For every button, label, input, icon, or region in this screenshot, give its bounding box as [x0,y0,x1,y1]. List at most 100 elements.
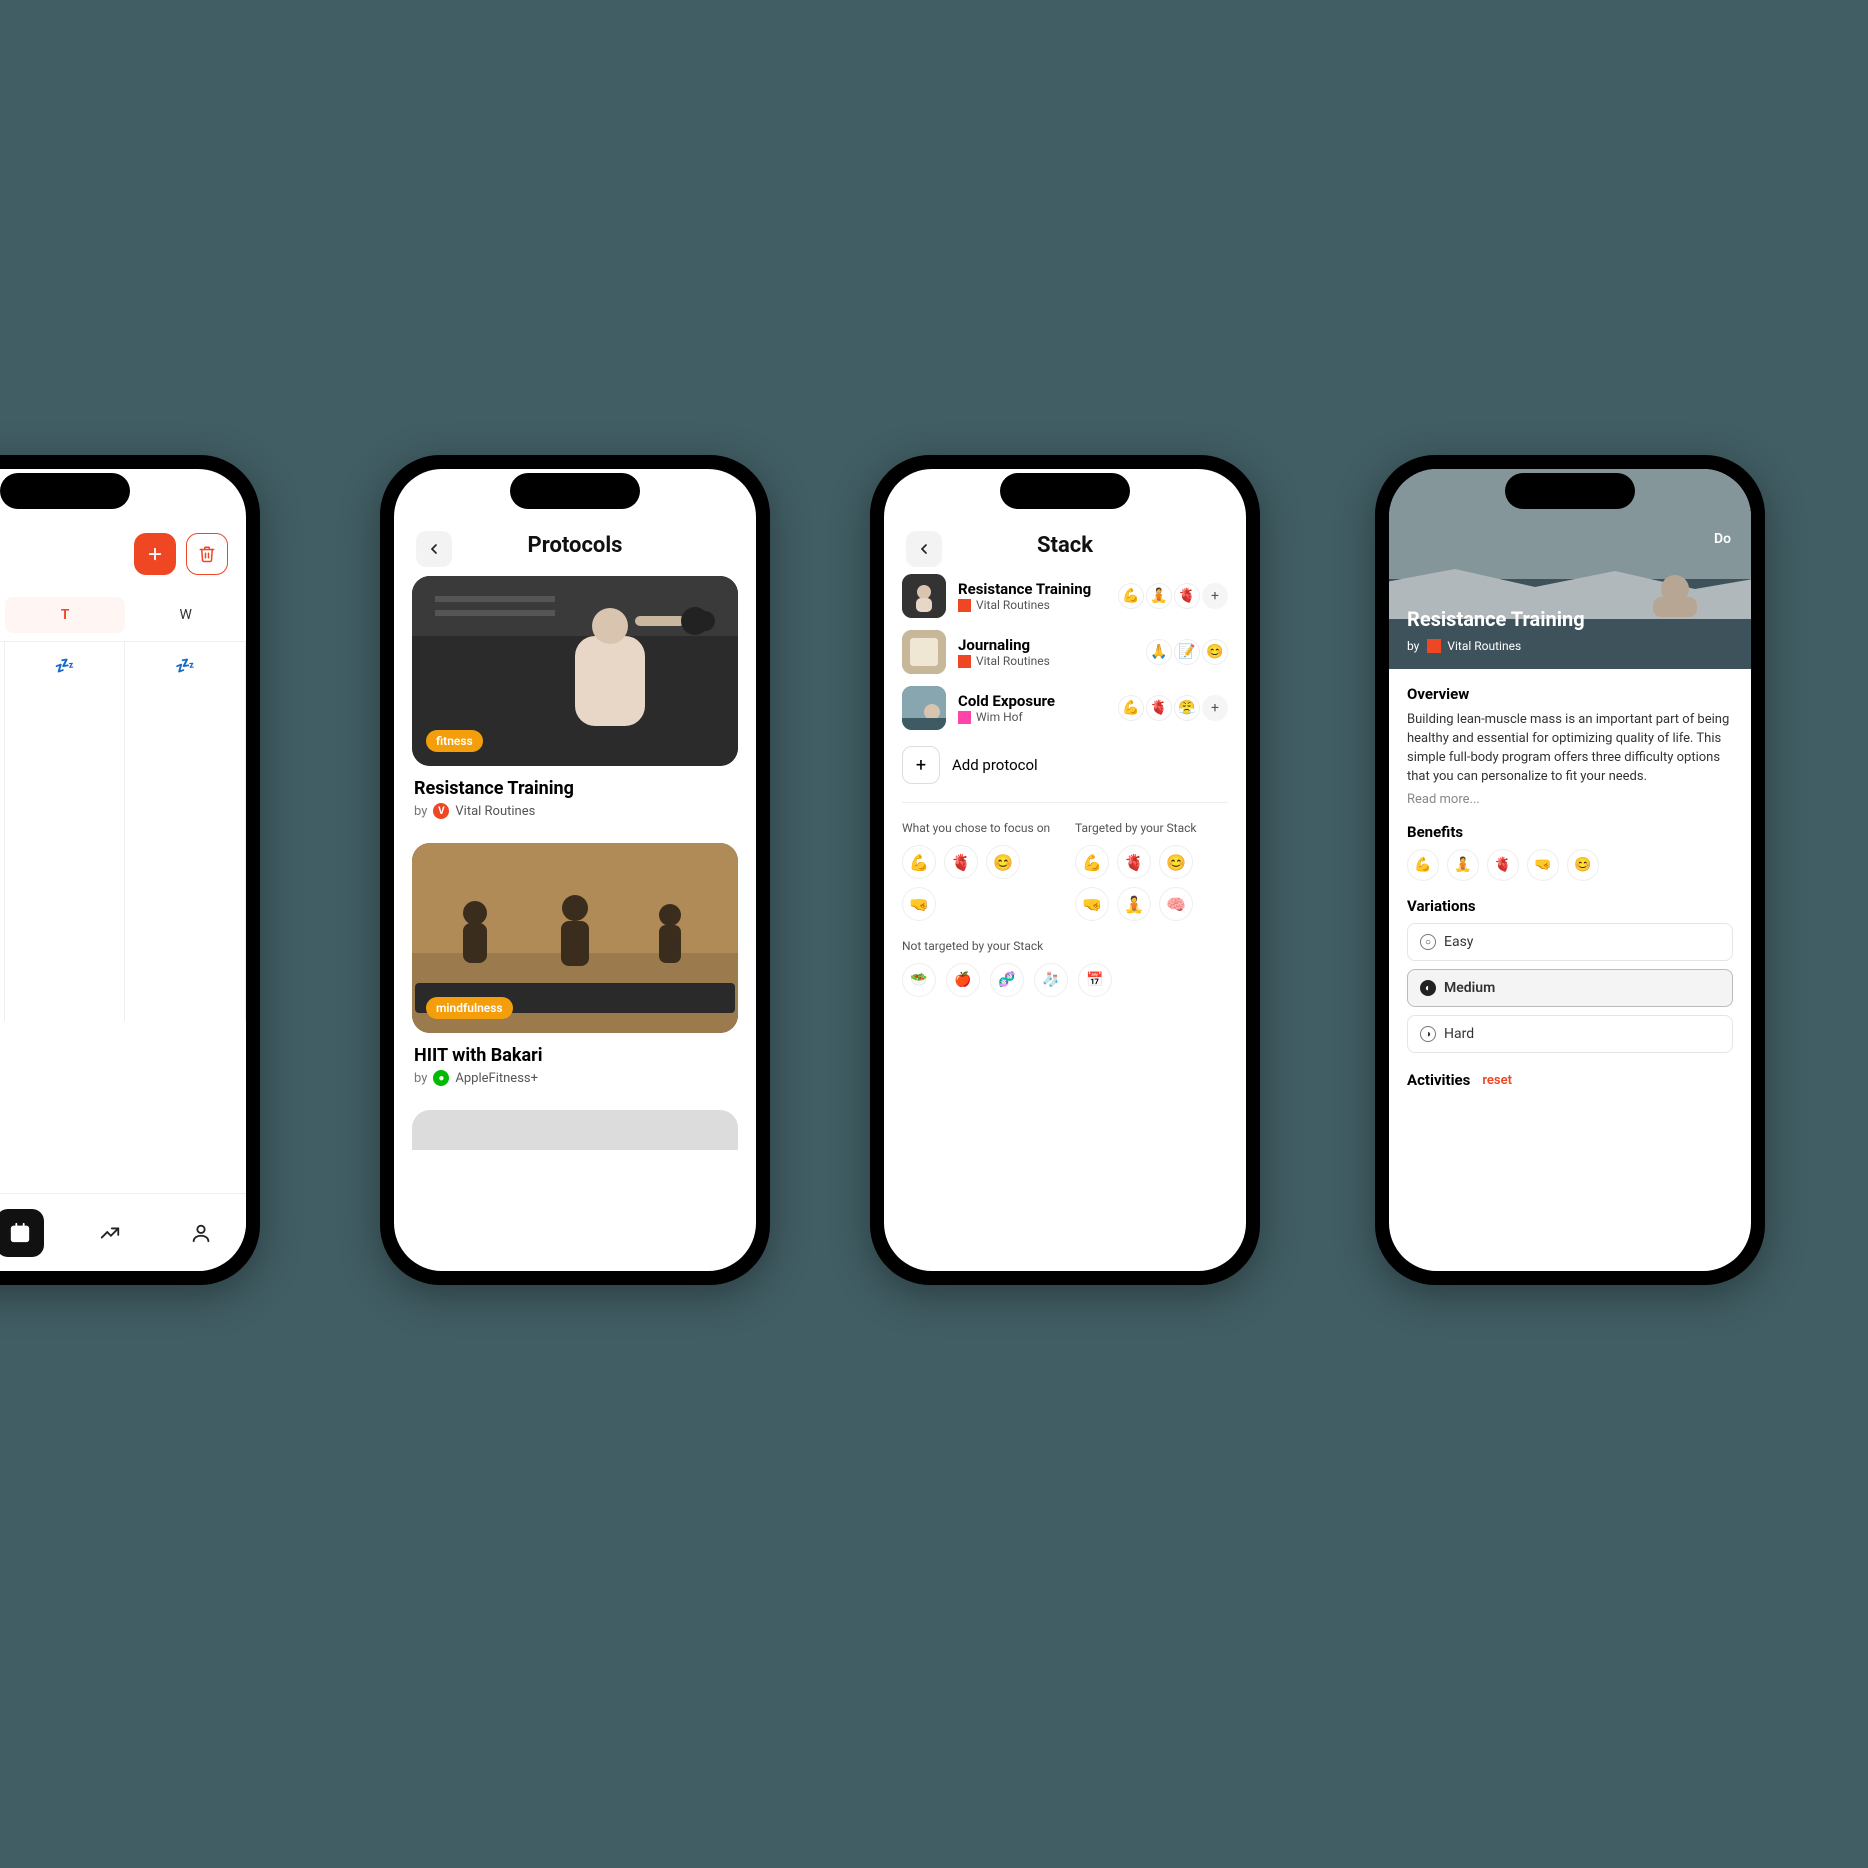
benefit-icon: 🤜 [1527,849,1559,881]
expand-benefits-button[interactable]: + [1202,695,1228,721]
expand-benefits-button[interactable]: + [1202,583,1228,609]
protocol-byline: Vital Routines [1407,639,1521,653]
reset-button[interactable]: reset [1482,1073,1512,1088]
benefits-row: 💪 🧘 🫀 🤜 😊 [1407,849,1733,881]
weekday-t[interactable]: T [5,597,126,633]
done-button[interactable]: Do [1714,531,1731,547]
phone-notch [1000,473,1130,509]
benefit-icon: 🫀 [1146,695,1172,721]
not-targeted-row: 🥗 🍎 🧬 🧦 📅 [902,963,1228,997]
benefit-icon: 😊 [1202,639,1228,665]
focus-icon: 😊 [986,845,1020,879]
protocols-screen: Protocols [380,455,770,1285]
variation-hard[interactable]: ◑ Hard [1407,1015,1733,1053]
benefit-icon: 🙏 [1146,639,1172,665]
focus-icon: 💪 [1075,845,1109,879]
benefit-icon: 🧘 [1146,583,1172,609]
benefit-icon: 📝 [1174,639,1200,665]
add-button[interactable] [134,533,176,575]
weekday-selector: M T W [0,597,246,633]
benefit-icon: 😤 [1174,695,1200,721]
nt-icon: 📅 [1078,963,1112,997]
benefit-icon: 🫀 [1174,583,1200,609]
brand-badge-icon [958,711,971,724]
focus-icon: 🧠 [1159,887,1193,921]
overview-text: Building lean-muscle mass is an importan… [1407,711,1733,786]
tab-calendar[interactable] [0,1209,44,1257]
brand-badge-icon: ● [433,1070,449,1086]
brand-badge-icon: V [433,803,449,819]
focus-chosen-grid: 💪 🫀 😊 🤜 [902,845,1055,921]
phone-notch [1505,473,1635,509]
focus-chosen-label: What you chose to focus on [902,821,1055,835]
benefit-icon: 💪 [1118,695,1144,721]
stack-item-title: Journaling [958,636,1134,654]
benefit-icon: 🧘 [1447,849,1479,881]
focus-targeted-grid: 💪 🫀 😊 🤜 🧘 🧠 [1075,845,1228,921]
stack-item[interactable]: Resistance Training Vital Routines 💪 🧘 🫀… [902,574,1228,618]
benefit-icon: 🫀 [1487,849,1519,881]
focus-targeted-label: Targeted by your Stack [1075,821,1228,835]
focus-icon: 🤜 [1075,887,1109,921]
focus-icon: 🧘 [1117,887,1151,921]
sleep-icon: 💤 [175,656,195,675]
phone-notch [0,473,130,509]
difficulty-icon: ◑ [1420,1026,1436,1042]
category-pill: fitness [426,730,483,752]
protocol-title: HIIT with Bakari [414,1045,736,1066]
focus-icon: 🫀 [944,845,978,879]
protocol-byline: ● AppleFitness+ [414,1070,736,1086]
read-more-link[interactable]: Read more... [1407,792,1733,807]
variations-heading: Variations [1407,897,1733,915]
bottom-tabbar [0,1193,246,1271]
benefit-icon: 💪 [1407,849,1439,881]
brand-badge-icon [958,599,971,612]
nt-icon: 🥗 [902,963,936,997]
brand-badge-icon [1427,639,1441,653]
nt-icon: 🧦 [1034,963,1068,997]
nt-icon: 🧬 [990,963,1024,997]
tab-trends[interactable] [86,1209,134,1257]
focus-icon: 🤜 [902,887,936,921]
benefit-icon: 💪 [1118,583,1144,609]
not-targeted-label: Not targeted by your Stack [902,939,1228,953]
schedule-grid: 💤 💤 💤 [0,641,246,1021]
delete-button[interactable] [186,533,228,575]
phone-notch [510,473,640,509]
plus-icon: + [902,746,940,784]
tab-profile[interactable] [177,1209,225,1257]
routine-screen: outine M T W 💤 💤 💤 [0,455,260,1285]
stack-item[interactable]: Cold Exposure Wim Hof 💪 🫀 😤 + [902,686,1228,730]
back-button[interactable] [416,531,452,567]
add-protocol-button[interactable]: + Add protocol [902,746,1228,784]
protocol-card[interactable] [412,1110,738,1150]
protocol-title: Resistance Training [1407,607,1585,631]
category-pill: mindfulness [426,997,513,1019]
variation-easy[interactable]: ○ Easy [1407,923,1733,961]
divider [902,802,1228,803]
stack-item[interactable]: Journaling Vital Routines 🙏 📝 😊 [902,630,1228,674]
protocol-detail-screen: Do Resistance Training Vital Routines Ov… [1375,455,1765,1285]
focus-icon: 🫀 [1117,845,1151,879]
protocol-card[interactable]: mindfulness HIIT with Bakari ● AppleFitn… [412,843,738,1086]
back-button[interactable] [906,531,942,567]
activities-heading: Activities [1407,1071,1470,1089]
benefit-icon: 😊 [1567,849,1599,881]
stack-item-title: Resistance Training [958,580,1106,598]
stack-screen: Stack Resistance Training Vital Routines… [870,455,1260,1285]
nt-icon: 🍎 [946,963,980,997]
weekday-w[interactable]: W [125,597,246,633]
overview-heading: Overview [1407,685,1733,703]
variation-medium[interactable]: ◐ Medium [1407,969,1733,1007]
brand-badge-icon [958,655,971,668]
difficulty-icon: ◐ [1420,980,1436,996]
focus-icon: 😊 [1159,845,1193,879]
sleep-icon: 💤 [55,656,75,675]
protocol-card[interactable]: fitness Resistance Training V Vital Rout… [412,576,738,819]
protocol-byline: V Vital Routines [414,803,736,819]
protocol-title: Resistance Training [414,778,736,799]
difficulty-icon: ○ [1420,934,1436,950]
stack-item-title: Cold Exposure [958,692,1106,710]
benefits-heading: Benefits [1407,823,1733,841]
weekday-m[interactable]: M [0,597,5,633]
